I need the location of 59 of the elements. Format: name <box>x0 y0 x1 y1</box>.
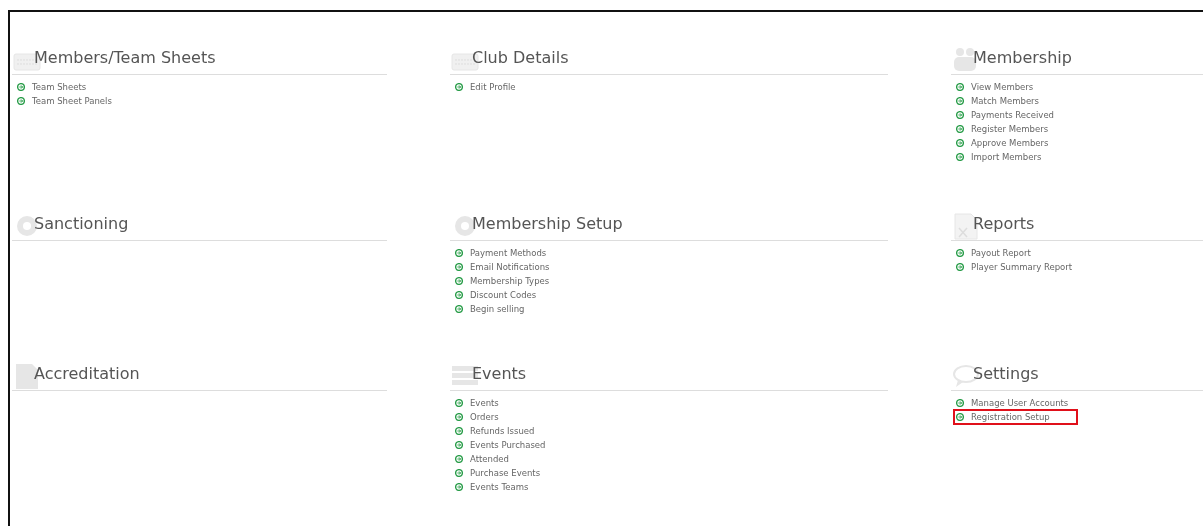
section-heading: Settings <box>973 364 1039 383</box>
section-heading: Members/Team Sheets <box>34 48 216 67</box>
arrow-circle-icon <box>455 455 463 463</box>
arrow-circle-icon <box>455 413 463 421</box>
arrow-circle-icon <box>455 441 463 449</box>
menu-link[interactable]: Register Members <box>955 123 1053 135</box>
menu-link[interactable]: Discount Codes <box>454 289 541 301</box>
section-heading: Events <box>472 364 527 383</box>
arrow-circle-icon <box>956 97 964 105</box>
arrow-circle-icon <box>455 291 463 299</box>
menu-link[interactable]: Match Members <box>955 95 1044 107</box>
menu-link[interactable]: Membership Types <box>454 275 554 287</box>
menu-link[interactable]: Payments Received <box>955 109 1059 121</box>
menu-link[interactable]: Events <box>454 397 503 409</box>
section-heading: Membership Setup <box>472 214 623 233</box>
arrow-circle-icon <box>455 83 463 91</box>
menu-link[interactable]: Registration Setup <box>955 411 1076 423</box>
arrow-circle-icon <box>956 399 964 407</box>
arrow-circle-icon <box>455 305 463 313</box>
arrow-circle-icon <box>455 399 463 407</box>
menu-link[interactable]: Import Members <box>955 151 1046 163</box>
arrow-circle-icon <box>956 125 964 133</box>
arrow-circle-icon <box>956 249 964 257</box>
menu-link[interactable]: Approve Members <box>955 137 1053 149</box>
arrow-circle-icon <box>956 153 964 161</box>
menu-link[interactable]: Payment Methods <box>454 247 551 259</box>
section-heading: Club Details <box>472 48 569 67</box>
menu-link[interactable]: Attended <box>454 453 513 465</box>
arrow-circle-icon <box>956 139 964 147</box>
arrow-circle-icon <box>17 97 25 105</box>
menu-link[interactable]: Team Sheet Panels <box>16 95 116 107</box>
menu-link[interactable]: Manage User Accounts <box>955 397 1073 409</box>
menu-link[interactable]: Email Notifications <box>454 261 554 273</box>
arrow-circle-icon <box>455 263 463 271</box>
menu-link[interactable]: Events Teams <box>454 481 533 493</box>
menu-link[interactable]: Payout Report <box>955 247 1035 259</box>
arrow-circle-icon <box>956 83 964 91</box>
arrow-circle-icon <box>455 249 463 257</box>
arrow-circle-icon <box>455 469 463 477</box>
menu-link[interactable]: Player Summary Report <box>955 261 1077 273</box>
menu-link[interactable]: View Members <box>955 81 1038 93</box>
section-heading: Reports <box>973 214 1035 233</box>
menu-link[interactable]: Events Purchased <box>454 439 550 451</box>
arrow-circle-icon <box>455 483 463 491</box>
arrow-circle-icon <box>455 277 463 285</box>
menu-link[interactable]: Orders <box>454 411 503 423</box>
arrow-circle-icon <box>956 111 964 119</box>
arrow-circle-icon <box>455 427 463 435</box>
section-heading: Sanctioning <box>34 214 129 233</box>
menu-link[interactable]: Purchase Events <box>454 467 545 479</box>
section-heading: Membership <box>973 48 1072 67</box>
menu-link[interactable]: Edit Profile <box>454 81 520 93</box>
section-heading: Accreditation <box>34 364 140 383</box>
arrow-circle-icon <box>956 263 964 271</box>
arrow-circle-icon <box>17 83 25 91</box>
menu-link[interactable]: Refunds Issued <box>454 425 539 437</box>
menu-link[interactable]: Begin selling <box>454 303 529 315</box>
menu-link[interactable]: Team Sheets <box>16 81 91 93</box>
arrow-circle-icon <box>956 413 964 421</box>
